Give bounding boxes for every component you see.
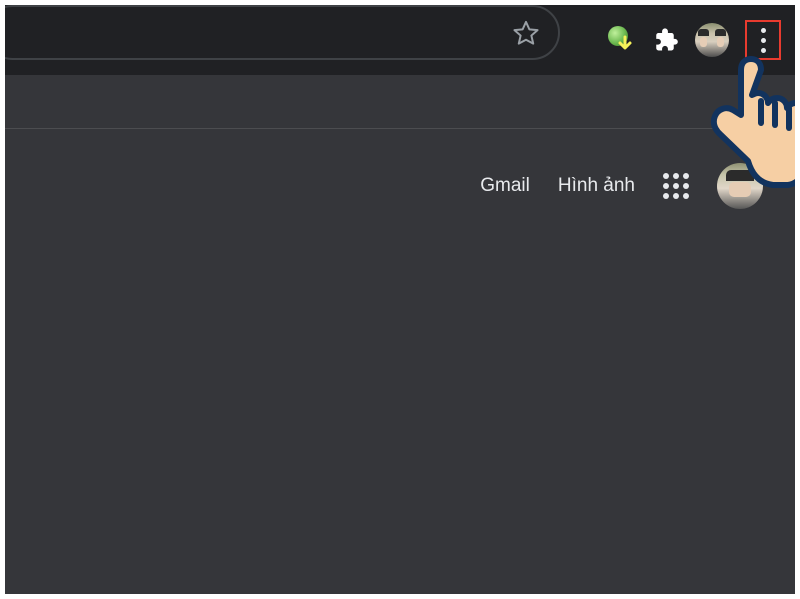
account-avatar-icon[interactable] [717,163,763,209]
chrome-menu-button[interactable] [745,20,781,60]
google-header: Gmail Hình ảnh [480,163,763,209]
google-apps-icon[interactable] [663,173,689,199]
more-vertical-icon [761,28,766,53]
toolbar-divider [5,128,795,129]
star-outline-icon[interactable] [512,19,540,47]
extensions-puzzle-icon[interactable] [651,26,679,54]
address-bar[interactable] [5,5,560,60]
images-link[interactable]: Hình ảnh [558,175,635,197]
browser-toolbar [5,5,795,75]
chrome-window: Gmail Hình ảnh [5,5,795,594]
idm-download-icon[interactable] [605,25,635,55]
profile-avatar-icon[interactable] [695,23,729,57]
toolbar-actions [605,5,781,75]
gmail-link[interactable]: Gmail [480,175,530,197]
